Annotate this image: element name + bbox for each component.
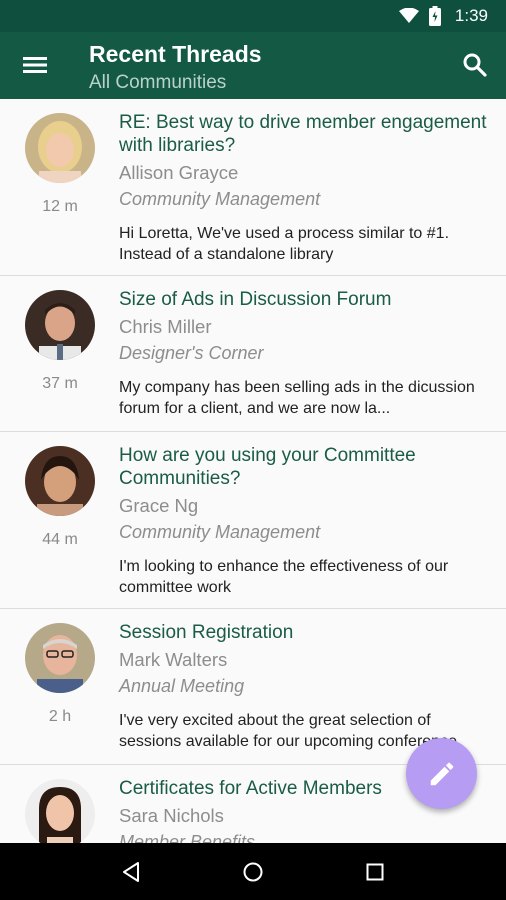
back-button[interactable] <box>111 852 151 892</box>
thread-community: Community Management <box>119 522 321 542</box>
page-subtitle[interactable]: All Communities <box>89 72 226 94</box>
thread-community: Annual Meeting <box>119 676 245 696</box>
home-icon <box>243 862 263 881</box>
thread-community: Community Management <box>119 189 321 209</box>
thread-author: Mark Walters <box>119 649 228 670</box>
thread-subject[interactable]: Session Registration <box>119 621 488 644</box>
thread-time: 44 m <box>42 531 78 548</box>
battery-icon <box>428 6 441 26</box>
status-bar: 1:39 <box>0 0 506 32</box>
thread-community: Designer's Corner <box>119 343 264 363</box>
clock: 1:39 <box>454 6 488 25</box>
thread-time: 12 m <box>42 198 78 215</box>
avatar <box>25 290 95 360</box>
avatar <box>25 779 95 843</box>
thread-item[interactable]: 12 m RE: Best way to drive member engage… <box>0 99 506 276</box>
wifi-icon <box>398 8 419 23</box>
thread-subject[interactable]: How are you using your Committee Communi… <box>119 444 488 490</box>
thread-snippet: I'm looking to enhance the effectiveness… <box>119 558 449 596</box>
thread-community: Member Benefits <box>119 832 256 843</box>
thread-time: 2 h <box>48 708 72 725</box>
avatar <box>25 623 95 693</box>
page-title: Recent Threads <box>89 41 262 67</box>
menu-icon[interactable] <box>22 52 48 78</box>
thread-item[interactable]: 37 m Size of Ads in Discussion Forum Chr… <box>0 276 506 432</box>
thread-time: 37 m <box>42 375 78 392</box>
home-button[interactable] <box>233 852 273 892</box>
pencil-icon <box>430 762 453 785</box>
thread-snippet: Hi Loretta, We've used a process similar… <box>119 225 450 263</box>
thread-subject[interactable]: Size of Ads in Discussion Forum <box>119 288 488 311</box>
recents-icon <box>366 863 384 880</box>
compose-button[interactable] <box>406 738 477 809</box>
thread-item[interactable]: 44 m How are you using your Committee Co… <box>0 432 506 609</box>
avatar <box>25 446 95 516</box>
thread-author: Allison Grayce <box>119 162 239 183</box>
thread-author: Grace Ng <box>119 495 199 516</box>
thread-author: Chris Miller <box>119 316 212 337</box>
system-nav-bar <box>0 843 506 900</box>
thread-list[interactable]: 12 m RE: Best way to drive member engage… <box>0 99 506 843</box>
search-icon[interactable] <box>462 52 488 78</box>
back-icon <box>123 861 139 882</box>
thread-snippet: My company has been selling ads in the d… <box>119 379 475 417</box>
recents-button[interactable] <box>355 852 395 892</box>
avatar <box>25 113 95 183</box>
thread-subject[interactable]: RE: Best way to drive member engagement … <box>119 111 488 157</box>
app-bar: Recent Threads All Communities <box>0 32 506 99</box>
